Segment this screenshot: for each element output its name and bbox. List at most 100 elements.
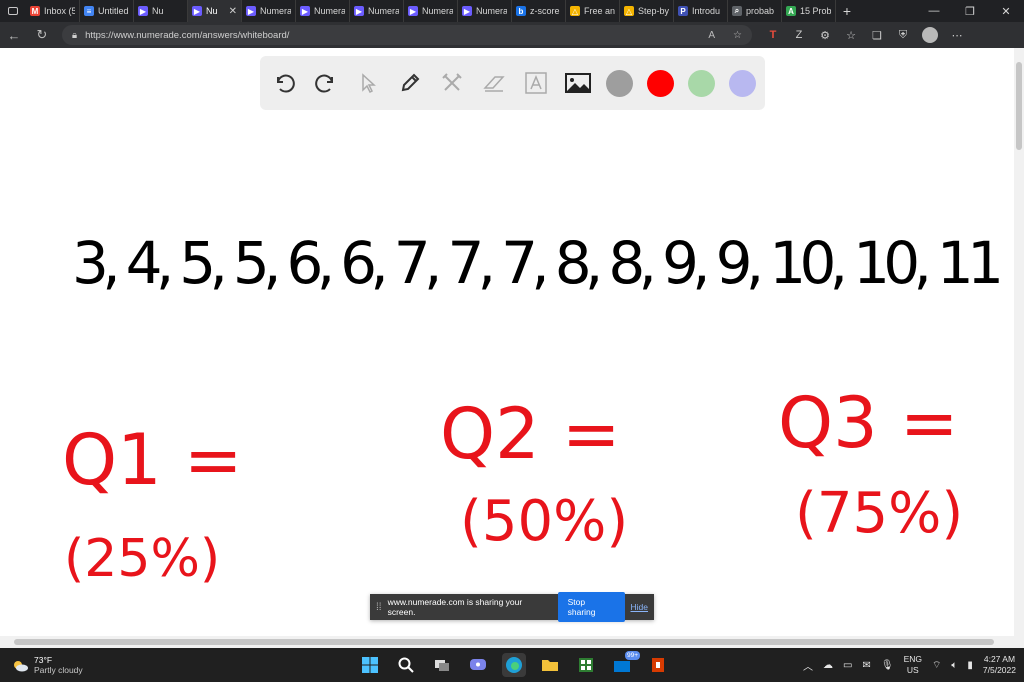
tab-8[interactable]: ▶ Numera: [458, 0, 512, 22]
tab-4[interactable]: ▶ Numera: [242, 0, 296, 22]
battery-icon[interactable]: ▮: [967, 660, 973, 671]
tab-strip: M Inbox (5 ≡ Untitled ▶ Nu ▶ Nu ✕ ▶ Numera ▶ Numera ▶…: [0, 0, 1024, 22]
weather-widget[interactable]: 73°F Partly cloudy: [0, 655, 200, 675]
teams-chat-icon[interactable]: [466, 653, 490, 677]
drag-handle-icon[interactable]: ⁞⁞: [376, 602, 382, 613]
office-icon[interactable]: [646, 653, 670, 677]
tab-label: Untitled: [98, 6, 129, 16]
whiteboard-toolbar: [260, 56, 765, 110]
volume-icon[interactable]: 🔈︎: [951, 660, 957, 671]
horizontal-scrollbar[interactable]: [0, 636, 1014, 648]
tab-label: Free and: [584, 6, 615, 16]
color-red-swatch[interactable]: [647, 69, 674, 97]
numerade-icon: ▶: [408, 6, 418, 16]
tab-2[interactable]: ▶ Nu: [134, 0, 188, 22]
extensions-icon[interactable]: ⚙: [818, 28, 832, 42]
tab-label: Numera: [314, 6, 345, 16]
calculator-icon[interactable]: [574, 653, 598, 677]
hide-link[interactable]: Hide: [631, 602, 648, 612]
edge-icon[interactable]: [502, 653, 526, 677]
numerade-icon: ▶: [246, 6, 256, 16]
maximize-icon[interactable]: ❐: [952, 5, 988, 18]
partly-cloudy-icon: [12, 659, 28, 672]
weather-temp: 73°F: [34, 655, 53, 665]
back-icon[interactable]: ←: [0, 28, 28, 43]
shield-icon[interactable]: ⛨: [896, 28, 910, 42]
extension-icon[interactable]: T: [766, 28, 780, 42]
tab-actions-icon[interactable]: [0, 0, 26, 22]
file-explorer-icon[interactable]: [538, 653, 562, 677]
chevron-up-icon[interactable]: ︿: [803, 658, 813, 673]
numerade-icon: ▶: [300, 6, 310, 16]
read-aloud-icon[interactable]: A: [708, 30, 715, 41]
address-bar: ← ↻ 🔒︎ https://www.numerade.com/answers/…: [0, 22, 1024, 48]
task-view-icon[interactable]: [430, 653, 454, 677]
tab-13[interactable]: ⌕ probab: [728, 0, 782, 22]
tab-11[interactable]: △ Step-by: [620, 0, 674, 22]
tab-3[interactable]: ▶ Nu ✕: [188, 0, 242, 22]
start-icon[interactable]: [358, 653, 382, 677]
tab-label: Step-by: [638, 6, 669, 16]
tab-5[interactable]: ▶ Numera: [296, 0, 350, 22]
tab-6[interactable]: ▶ Numera: [350, 0, 404, 22]
close-tab-icon[interactable]: ✕: [229, 6, 237, 17]
stop-sharing-button[interactable]: Stop sharing: [557, 592, 625, 622]
mail-icon[interactable]: ✉︎: [862, 660, 870, 671]
numerade-icon: ▶: [354, 6, 364, 16]
eraser-icon[interactable]: [480, 69, 508, 97]
image-icon[interactable]: [564, 69, 592, 97]
tab-14[interactable]: A 15 Prob: [782, 0, 836, 22]
tab-label: Numera: [476, 6, 507, 16]
gmail-icon: M: [30, 6, 40, 16]
color-purple-swatch[interactable]: [729, 69, 756, 97]
clock[interactable]: 4:27 AM 7/5/2022: [983, 654, 1016, 676]
tab-label: Numera: [368, 6, 399, 16]
pen-icon[interactable]: [396, 69, 424, 97]
avatar[interactable]: [922, 27, 938, 43]
tab-0[interactable]: M Inbox (5: [26, 0, 80, 22]
tab-1[interactable]: ≡ Untitled: [80, 0, 134, 22]
sheet-icon: A: [786, 6, 796, 16]
color-gray-swatch[interactable]: [606, 69, 633, 97]
favorite-icon[interactable]: ☆: [733, 30, 742, 41]
lock-icon: 🔒︎: [72, 29, 78, 41]
whiteboard-canvas[interactable]: [0, 48, 1014, 636]
tools-icon[interactable]: [438, 69, 466, 97]
minimize-icon[interactable]: —: [916, 5, 952, 18]
url-field[interactable]: 🔒︎ https://www.numerade.com/answers/whit…: [62, 25, 752, 45]
language-indicator[interactable]: ENG US: [904, 654, 922, 676]
zotero-icon[interactable]: Z: [792, 28, 806, 42]
pointer-icon[interactable]: [354, 69, 382, 97]
close-window-icon[interactable]: ✕: [988, 5, 1024, 18]
redo-icon[interactable]: [312, 69, 340, 97]
tab-9[interactable]: b z-score: [512, 0, 566, 22]
clock-date: 7/5/2022: [982, 665, 1016, 675]
favorites-icon[interactable]: ☆: [844, 28, 858, 42]
numerade-icon: ▶: [462, 6, 472, 16]
tab-label: probab: [746, 6, 775, 16]
refresh-icon[interactable]: ↻: [28, 27, 56, 43]
tab-label: z-score: [530, 6, 560, 16]
color-green-swatch[interactable]: [688, 69, 715, 97]
weather-desc: Partly cloudy: [34, 665, 83, 675]
tab-10[interactable]: △ Free and: [566, 0, 620, 22]
more-icon[interactable]: ⋯: [950, 28, 964, 42]
wifi-icon[interactable]: ⌔: [932, 659, 941, 672]
tab-12[interactable]: P Introdu: [674, 0, 728, 22]
search-icon[interactable]: [394, 653, 418, 677]
vertical-scrollbar[interactable]: [1014, 48, 1024, 648]
numerade-icon: ▶: [138, 6, 148, 16]
text-icon[interactable]: [522, 69, 550, 97]
cloud-icon[interactable]: ☁︎: [823, 660, 833, 671]
microphone-icon[interactable]: 🎙︎: [881, 660, 894, 671]
store-icon[interactable]: 99+: [610, 651, 640, 677]
delta-icon: △: [624, 6, 634, 16]
undo-icon[interactable]: [270, 69, 298, 97]
display-icon[interactable]: ▭: [843, 660, 852, 671]
tab-label: Inbox (5: [44, 6, 75, 16]
new-tab-button[interactable]: +: [836, 3, 858, 19]
url-text: https://www.numerade.com/answers/whitebo…: [85, 29, 290, 41]
tab-7[interactable]: ▶ Numera: [404, 0, 458, 22]
collections-icon[interactable]: ❏: [870, 28, 884, 42]
tab-label: 15 Prob: [800, 6, 831, 16]
